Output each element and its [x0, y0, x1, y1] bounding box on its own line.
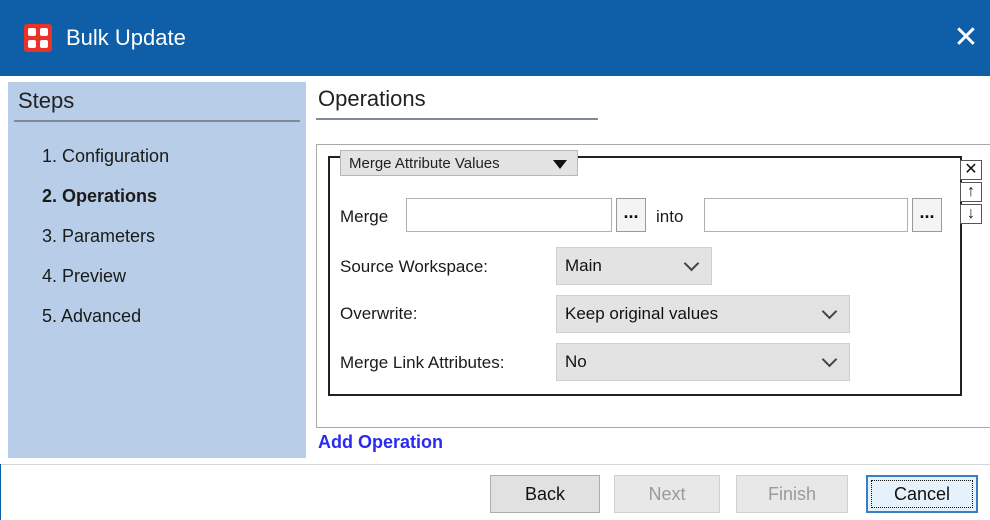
into-label: into — [656, 207, 684, 226]
step-advanced[interactable]: 5. Advanced — [42, 306, 141, 327]
close-icon[interactable]: ✕ — [948, 20, 984, 56]
page-title: Operations — [318, 86, 426, 111]
app-logo-icon — [24, 24, 52, 52]
add-operation-link[interactable]: Add Operation — [318, 432, 443, 453]
cancel-button[interactable]: Cancel — [866, 475, 978, 513]
focus-ring — [871, 480, 973, 508]
overwrite-select[interactable]: Keep original values — [556, 295, 850, 333]
chevron-down-icon — [821, 303, 838, 320]
step-configuration[interactable]: 1. Configuration — [42, 146, 169, 167]
move-down-icon[interactable]: ↓ — [960, 204, 982, 224]
merge-link-attributes-select[interactable]: No — [556, 343, 850, 381]
title-divider — [316, 118, 598, 120]
merge-target-field[interactable] — [704, 198, 908, 232]
move-up-icon[interactable]: ↑ — [960, 182, 982, 202]
merge-link-attributes-label: Merge Link Attributes: — [340, 353, 505, 372]
operation-type-label: Merge Attribute Values — [349, 155, 500, 172]
steps-title: Steps — [18, 88, 75, 113]
step-preview[interactable]: 4. Preview — [42, 266, 126, 287]
dropdown-arrow-icon — [553, 160, 567, 169]
operation-type-select[interactable]: Merge Attribute Values — [340, 150, 578, 176]
remove-operation-icon[interactable]: ✕ — [960, 160, 982, 180]
back-button[interactable]: Back — [490, 475, 600, 513]
merge-source-field[interactable] — [406, 198, 612, 232]
source-workspace-select[interactable]: Main — [556, 247, 712, 285]
window-title: Bulk Update — [66, 25, 186, 50]
merge-label: Merge — [340, 207, 389, 226]
step-parameters[interactable]: 3. Parameters — [42, 226, 155, 247]
window-border — [0, 464, 1, 520]
chevron-down-icon — [821, 351, 838, 368]
footer-divider — [0, 464, 990, 465]
title-bar: Bulk Update ✕ — [0, 0, 990, 76]
browse-into-button[interactable]: ... — [912, 198, 942, 232]
overwrite-label: Overwrite: — [340, 304, 418, 323]
steps-panel: Steps 1. Configuration 2. Operations 3. … — [8, 82, 306, 458]
source-workspace-label: Source Workspace: — [340, 257, 489, 276]
steps-divider — [14, 120, 300, 122]
next-button[interactable]: Next — [614, 475, 720, 513]
finish-button[interactable]: Finish — [736, 475, 848, 513]
browse-merge-button[interactable]: ... — [616, 198, 646, 232]
chevron-down-icon — [683, 255, 700, 272]
step-operations[interactable]: 2. Operations — [42, 186, 157, 207]
